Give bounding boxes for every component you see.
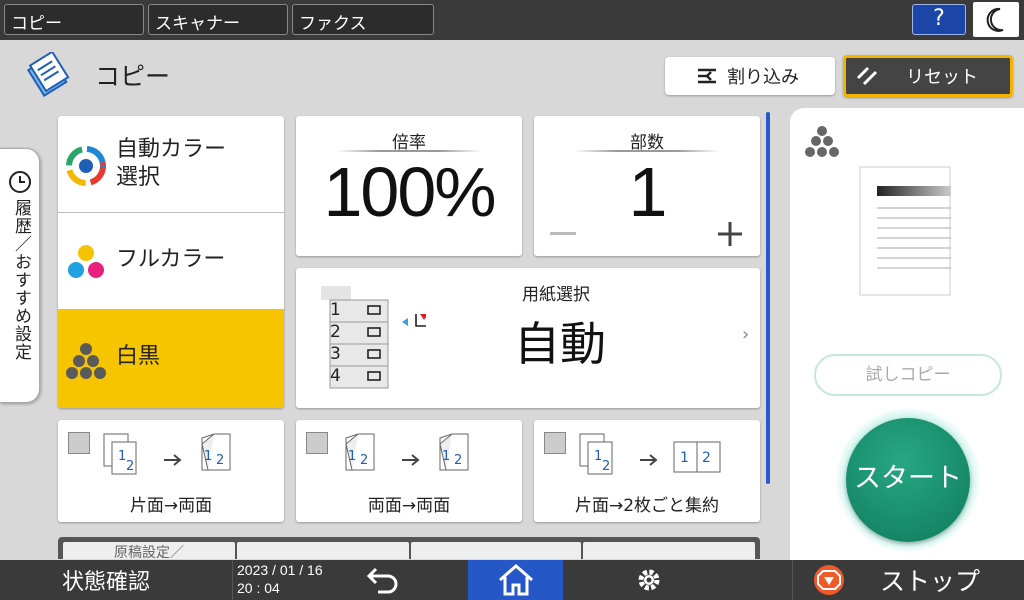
- time-display: 20 : 04: [237, 580, 280, 596]
- status-bar: 状態確認 2023 / 01 / 16 20 : 04 ストップ: [0, 560, 1024, 600]
- svg-text:1: 1: [442, 449, 450, 464]
- color-mode-auto[interactable]: 自動カラー 選択: [58, 116, 284, 213]
- paper-select-value: 自動: [514, 317, 606, 371]
- black-white-icon: [66, 343, 106, 379]
- tab-original-settings[interactable]: 原稿設定／: [63, 542, 235, 559]
- tray-4-label: 4: [330, 366, 341, 386]
- history-recommended-tab[interactable]: 履歴／おすすめ設定: [0, 148, 40, 403]
- ratio-tile[interactable]: 倍率 100%: [296, 116, 522, 256]
- combine-2-icon: 1 2 1 2: [579, 433, 721, 475]
- tray-1-label: 1: [330, 300, 341, 320]
- chevron-right-icon: ›: [742, 324, 750, 345]
- interrupt-icon: [698, 68, 716, 84]
- color-mode-full-color-label: フルカラー: [116, 247, 226, 272]
- tab-copy[interactable]: コピー: [4, 4, 144, 35]
- color-mode-auto-label-2: 選択: [116, 165, 161, 190]
- clock-icon: [9, 171, 31, 193]
- duplex-to-duplex-icon: 1 2 1 2: [345, 433, 469, 471]
- sample-copy-button[interactable]: 試しコピー: [814, 354, 1002, 396]
- tab-fax[interactable]: ファクス: [292, 4, 434, 35]
- duplex-1to2-checkbox[interactable]: [68, 432, 90, 454]
- home-button[interactable]: [468, 560, 563, 600]
- color-mode-black-white-label: 白黒: [116, 344, 161, 369]
- copies-tile[interactable]: 部数 1: [534, 116, 760, 256]
- duplex-2to2-label: 両面→両面: [367, 496, 451, 516]
- duplex-combine-tile[interactable]: 1 2 1 2 片面→2枚ごと集約: [534, 420, 760, 522]
- svg-text:2: 2: [126, 459, 134, 474]
- scrollbar[interactable]: [766, 112, 770, 484]
- tab-settings-2[interactable]: [237, 542, 409, 559]
- top-function-bar: コピー スキャナー ファクス ?: [0, 0, 1024, 40]
- tab-settings-3[interactable]: [411, 542, 581, 559]
- color-mode-panel: 自動カラー 選択 フルカラー 白黒: [58, 116, 284, 408]
- svg-text:2: 2: [360, 453, 368, 468]
- interrupt-label: 割り込み: [727, 67, 799, 88]
- svg-text:2: 2: [454, 453, 462, 468]
- svg-text:1: 1: [680, 450, 689, 466]
- energy-saver-button[interactable]: [973, 2, 1019, 37]
- tray-3-label: 3: [330, 344, 341, 364]
- gear-icon[interactable]: [634, 565, 664, 595]
- color-mode-black-white[interactable]: 白黒: [58, 310, 284, 408]
- status-check-button[interactable]: 状態確認: [62, 564, 150, 596]
- paper-select-tile[interactable]: 用紙選択 1 2 3 4 自動 ›: [296, 268, 760, 408]
- date-display: 2023 / 01 / 16: [237, 562, 323, 578]
- decrement-button[interactable]: [550, 232, 576, 235]
- divider: [232, 560, 233, 600]
- reset-label: リセット: [906, 67, 978, 88]
- color-mode-full-color[interactable]: フルカラー: [58, 213, 284, 310]
- ratio-value: 100%: [323, 153, 496, 231]
- duplex-2to2-tile[interactable]: 1 2 1 2 両面→両面: [296, 420, 522, 522]
- page-title: コピー: [95, 62, 171, 91]
- duplex-2to2-checkbox[interactable]: [306, 432, 328, 454]
- tray-2-label: 2: [330, 322, 341, 342]
- tab-settings-4[interactable]: [583, 542, 755, 559]
- document-preview-icon: [859, 166, 951, 296]
- copy-app-icon: [26, 52, 70, 98]
- black-white-mode-icon: [805, 126, 839, 157]
- stop-icon[interactable]: [812, 563, 846, 597]
- settings-tab-strip: 原稿設定／: [58, 537, 760, 559]
- svg-text:2: 2: [216, 453, 224, 468]
- auto-color-icon: [66, 146, 106, 186]
- home-icon: [499, 564, 533, 596]
- svg-text:1: 1: [204, 449, 212, 464]
- svg-text:2: 2: [602, 459, 610, 474]
- back-icon[interactable]: [362, 564, 402, 596]
- increment-button[interactable]: [716, 220, 744, 248]
- help-button[interactable]: ?: [912, 4, 966, 35]
- duplex-combine-label: 片面→2枚ごと集約: [574, 496, 720, 516]
- reset-icon: [856, 66, 878, 86]
- reset-button[interactable]: リセット: [843, 55, 1013, 97]
- interrupt-button[interactable]: 割り込み: [665, 57, 835, 95]
- divider: [792, 560, 793, 600]
- full-color-icon: [68, 245, 104, 278]
- svg-text:1: 1: [348, 449, 356, 464]
- tab-scanner[interactable]: スキャナー: [148, 4, 288, 35]
- svg-text:2: 2: [702, 450, 711, 466]
- paper-select-title: 用紙選択: [522, 285, 590, 305]
- stop-button[interactable]: ストップ: [880, 562, 980, 598]
- color-mode-auto-label-1: 自動カラー: [116, 137, 227, 162]
- start-button[interactable]: スタート: [846, 418, 970, 542]
- duplex-1to2-label: 片面→両面: [129, 496, 213, 516]
- duplex-combine-checkbox[interactable]: [544, 432, 566, 454]
- history-label: 履歴／おすすめ設定: [11, 199, 31, 361]
- single-to-duplex-icon: 1 2 1 2: [103, 433, 231, 475]
- duplex-1to2-tile[interactable]: 1 2 1 2 片面→両面: [58, 420, 284, 522]
- moon-icon: [986, 7, 1004, 32]
